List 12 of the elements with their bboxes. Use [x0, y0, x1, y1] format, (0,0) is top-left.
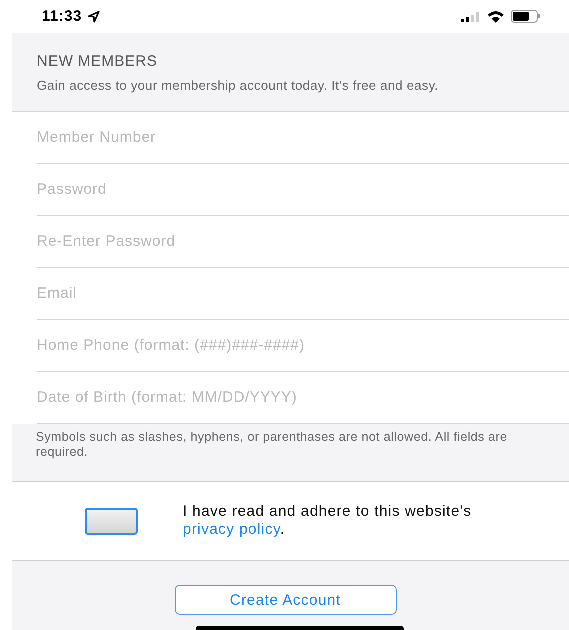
battery-icon	[511, 10, 541, 23]
create-account-button[interactable]: Create Account	[174, 585, 396, 615]
note-text: Symbols such as slashes, hyphens, or parenthases are not allowed. All fields are required.	[12, 424, 569, 482]
wifi-icon	[487, 10, 505, 22]
location-arrow-icon	[88, 10, 100, 22]
checkbox[interactable]	[85, 508, 138, 534]
status-time: 11:33	[42, 8, 82, 25]
section-description: Gain access to your membership account today. It's free and easy.	[37, 78, 440, 93]
signal-icon	[461, 12, 481, 22]
privacy-policy-link[interactable]: privacy policy	[183, 521, 280, 538]
section-title: NEW MEMBERS	[37, 53, 159, 70]
agreement-text: I have read and adhere to this website's privacy policy.	[183, 503, 473, 539]
